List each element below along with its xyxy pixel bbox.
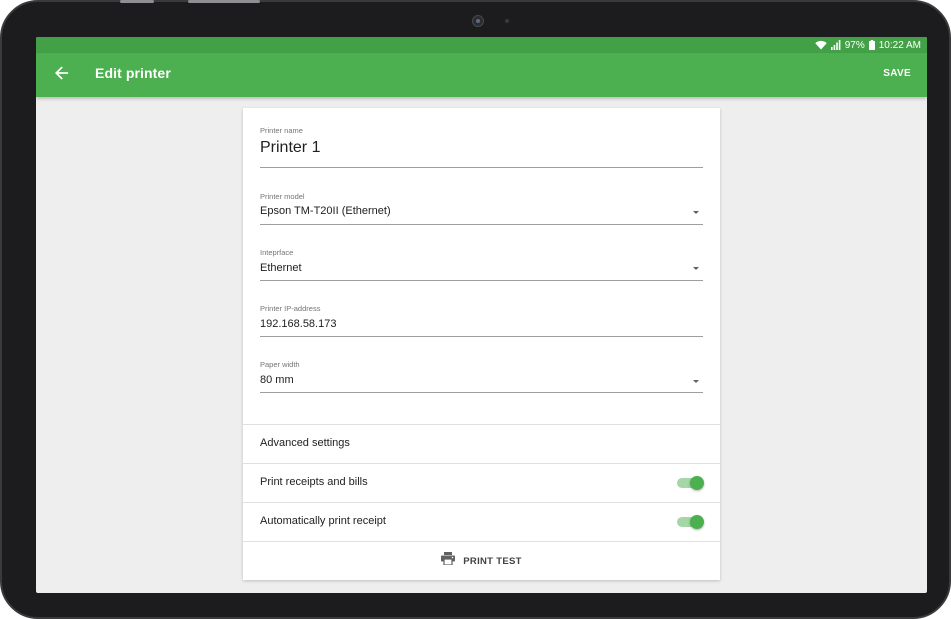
print-receipts-label: Print receipts and bills [260,476,368,488]
print-receipts-row[interactable]: Print receipts and bills [243,463,720,502]
page-title: Edit printer [95,65,171,81]
printer-name-label: Printer name [260,126,303,135]
printer-model-label: Printer model [260,192,305,201]
printer-icon [441,552,456,570]
tablet-frame: 97% 10:22 AM Edit printer SAVE Printer n… [0,0,951,619]
auto-print-row[interactable]: Automatically print receipt [243,502,720,541]
printer-name-field[interactable]: Printer name Printer 1 [260,126,703,169]
hardware-button [188,0,260,3]
print-test-label: PRINT TEST [463,555,522,567]
auto-print-label: Automatically print receipt [260,515,386,527]
ip-address-input[interactable]: 192.168.58.173 [260,318,336,330]
battery-percent: 97% [844,39,865,51]
interface-underline [260,280,703,281]
front-camera [472,15,484,27]
paper-width-select[interactable]: Paper width 80 mm [260,360,703,394]
ip-address-field[interactable]: Printer IP-address 192.168.58.173 [260,304,703,338]
printer-model-value: Epson TM-T20II (Ethernet) [260,205,391,217]
save-button[interactable]: SAVE [883,68,911,79]
app-bar: Edit printer SAVE [36,53,927,97]
paper-width-value: 80 mm [260,374,294,386]
ip-address-underline [260,336,703,337]
advanced-settings-row[interactable]: Advanced settings [243,424,720,463]
advanced-settings-label: Advanced settings [260,437,350,449]
light-sensor [505,19,509,23]
printer-model-underline [260,224,703,225]
printer-model-select[interactable]: Printer model Epson TM-T20II (Ethernet) [260,192,703,226]
interface-value: Ethernet [260,262,302,274]
printer-name-underline [260,167,703,168]
printer-name-input[interactable]: Printer 1 [260,139,320,157]
auto-print-toggle[interactable] [677,514,704,530]
status-indicators: 97% 10:22 AM [815,38,921,52]
interface-label: Inteprface [260,248,294,257]
print-test-button[interactable]: PRINT TEST [243,541,720,580]
dropdown-arrow-icon [693,380,699,383]
dropdown-arrow-icon [693,211,699,214]
ip-address-label: Printer IP-address [260,304,321,313]
printer-settings-card: Printer name Printer 1 Printer model Eps… [243,108,720,580]
paper-width-underline [260,392,703,393]
app-screen: 97% 10:22 AM Edit printer SAVE Printer n… [36,37,927,593]
signal-icon [830,40,841,50]
arrow-back-icon [55,65,69,85]
back-button[interactable] [50,63,74,87]
wifi-icon [815,40,827,50]
battery-icon [868,40,875,50]
print-receipts-toggle[interactable] [677,475,704,491]
paper-width-label: Paper width [260,360,300,369]
interface-select[interactable]: Inteprface Ethernet [260,248,703,282]
toggle-thumb [690,515,704,529]
dropdown-arrow-icon [693,267,699,270]
toggle-thumb [690,476,704,490]
status-bar: 97% 10:22 AM [36,37,927,53]
hardware-button [120,0,154,3]
clock: 10:22 AM [878,39,921,51]
